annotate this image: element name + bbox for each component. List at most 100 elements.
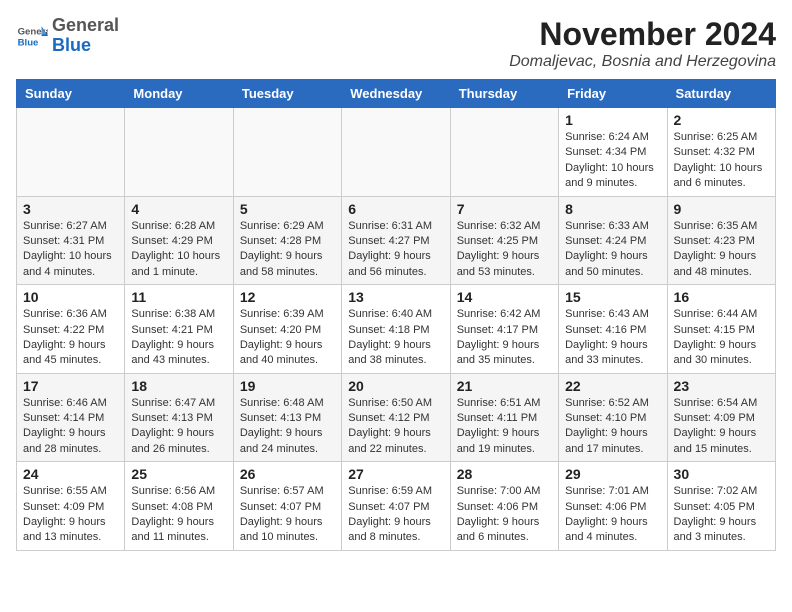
day-cell: 21 Sunrise: 6:51 AM Sunset: 4:11 PM Dayli… bbox=[450, 373, 558, 462]
day-cell bbox=[450, 108, 558, 197]
day-info: Sunrise: 6:33 AM Sunset: 4:24 PM Dayligh… bbox=[565, 219, 660, 281]
day-number: 14 bbox=[457, 289, 552, 305]
day-cell: 7 Sunrise: 6:32 AM Sunset: 4:25 PM Daylig… bbox=[450, 196, 558, 285]
day-number: 12 bbox=[240, 289, 335, 305]
day-cell: 30 Sunrise: 7:02 AM Sunset: 4:05 PM Dayli… bbox=[667, 462, 775, 551]
day-cell: 5 Sunrise: 6:29 AM Sunset: 4:28 PM Daylig… bbox=[233, 196, 341, 285]
day-cell: 24 Sunrise: 6:55 AM Sunset: 4:09 PM Dayli… bbox=[17, 462, 125, 551]
day-number: 5 bbox=[240, 201, 335, 217]
day-info: Sunrise: 6:36 AM Sunset: 4:22 PM Dayligh… bbox=[23, 307, 118, 369]
day-number: 4 bbox=[131, 201, 226, 217]
day-cell: 18 Sunrise: 6:47 AM Sunset: 4:13 PM Dayli… bbox=[125, 373, 233, 462]
day-cell: 23 Sunrise: 6:54 AM Sunset: 4:09 PM Dayli… bbox=[667, 373, 775, 462]
day-info: Sunrise: 6:38 AM Sunset: 4:21 PM Dayligh… bbox=[131, 307, 226, 369]
day-info: Sunrise: 6:32 AM Sunset: 4:25 PM Dayligh… bbox=[457, 219, 552, 281]
day-info: Sunrise: 6:57 AM Sunset: 4:07 PM Dayligh… bbox=[240, 484, 335, 546]
week-row-1: 1Sunrise: 6:24 AM Sunset: 4:34 PM Daylig… bbox=[17, 108, 776, 197]
day-number: 7 bbox=[457, 201, 552, 217]
day-cell: 19 Sunrise: 6:48 AM Sunset: 4:13 PM Dayli… bbox=[233, 373, 341, 462]
location: Domaljevac, Bosnia and Herzegovina bbox=[509, 53, 776, 71]
day-info: Sunrise: 6:27 AM Sunset: 4:31 PM Dayligh… bbox=[23, 219, 118, 281]
day-info: Sunrise: 7:02 AM Sunset: 4:05 PM Dayligh… bbox=[674, 484, 769, 546]
day-info: Sunrise: 6:39 AM Sunset: 4:20 PM Dayligh… bbox=[240, 307, 335, 369]
day-cell: 20Sunrise: 6:50 AM Sunset: 4:12 PM Dayli… bbox=[342, 373, 450, 462]
day-cell: 28Sunrise: 7:00 AM Sunset: 4:06 PM Dayli… bbox=[450, 462, 558, 551]
day-info: Sunrise: 7:01 AM Sunset: 4:06 PM Dayligh… bbox=[565, 484, 660, 546]
day-info: Sunrise: 6:35 AM Sunset: 4:23 PM Dayligh… bbox=[674, 219, 769, 281]
day-number: 8 bbox=[565, 201, 660, 217]
day-cell: 8 Sunrise: 6:33 AM Sunset: 4:24 PM Daylig… bbox=[559, 196, 667, 285]
day-info: Sunrise: 6:42 AM Sunset: 4:17 PM Dayligh… bbox=[457, 307, 552, 369]
header-row: SundayMondayTuesdayWednesdayThursdayFrid… bbox=[17, 80, 776, 108]
day-number: 29 bbox=[565, 466, 660, 482]
day-cell: 4 Sunrise: 6:28 AM Sunset: 4:29 PM Daylig… bbox=[125, 196, 233, 285]
day-number: 24 bbox=[23, 466, 118, 482]
day-cell: 12 Sunrise: 6:39 AM Sunset: 4:20 PM Dayli… bbox=[233, 285, 341, 374]
day-cell: 13 Sunrise: 6:40 AM Sunset: 4:18 PM Dayli… bbox=[342, 285, 450, 374]
day-info: Sunrise: 6:40 AM Sunset: 4:18 PM Dayligh… bbox=[348, 307, 443, 369]
title-area: November 2024 Domaljevac, Bosnia and Her… bbox=[509, 16, 776, 71]
col-header-saturday: Saturday bbox=[667, 80, 775, 108]
day-info: Sunrise: 6:25 AM Sunset: 4:32 PM Dayligh… bbox=[674, 130, 769, 192]
day-info: Sunrise: 6:50 AM Sunset: 4:12 PM Dayligh… bbox=[348, 396, 443, 458]
day-cell: 2Sunrise: 6:25 AM Sunset: 4:32 PM Daylig… bbox=[667, 108, 775, 197]
day-number: 1 bbox=[565, 112, 660, 128]
day-number: 19 bbox=[240, 378, 335, 394]
day-cell: 15 Sunrise: 6:43 AM Sunset: 4:16 PM Dayli… bbox=[559, 285, 667, 374]
day-info: Sunrise: 6:54 AM Sunset: 4:09 PM Dayligh… bbox=[674, 396, 769, 458]
day-cell: 29 Sunrise: 7:01 AM Sunset: 4:06 PM Dayli… bbox=[559, 462, 667, 551]
col-header-thursday: Thursday bbox=[450, 80, 558, 108]
col-header-sunday: Sunday bbox=[17, 80, 125, 108]
logo: General Blue General Blue bbox=[16, 16, 119, 56]
month-title: November 2024 bbox=[509, 16, 776, 53]
day-info: Sunrise: 6:43 AM Sunset: 4:16 PM Dayligh… bbox=[565, 307, 660, 369]
day-info: Sunrise: 6:52 AM Sunset: 4:10 PM Dayligh… bbox=[565, 396, 660, 458]
day-cell bbox=[125, 108, 233, 197]
day-number: 3 bbox=[23, 201, 118, 217]
day-info: Sunrise: 6:59 AM Sunset: 4:07 PM Dayligh… bbox=[348, 484, 443, 546]
logo-blue-text: Blue bbox=[52, 35, 91, 55]
day-cell: 10Sunrise: 6:36 AM Sunset: 4:22 PM Dayli… bbox=[17, 285, 125, 374]
day-cell: 3 Sunrise: 6:27 AM Sunset: 4:31 PM Daylig… bbox=[17, 196, 125, 285]
day-info: Sunrise: 6:51 AM Sunset: 4:11 PM Dayligh… bbox=[457, 396, 552, 458]
svg-text:Blue: Blue bbox=[18, 37, 39, 48]
day-number: 23 bbox=[674, 378, 769, 394]
col-header-tuesday: Tuesday bbox=[233, 80, 341, 108]
day-number: 6 bbox=[348, 201, 443, 217]
day-number: 9 bbox=[674, 201, 769, 217]
day-info: Sunrise: 6:56 AM Sunset: 4:08 PM Dayligh… bbox=[131, 484, 226, 546]
col-header-monday: Monday bbox=[125, 80, 233, 108]
day-number: 16 bbox=[674, 289, 769, 305]
day-cell bbox=[17, 108, 125, 197]
day-number: 15 bbox=[565, 289, 660, 305]
day-cell: 26Sunrise: 6:57 AM Sunset: 4:07 PM Dayli… bbox=[233, 462, 341, 551]
day-number: 30 bbox=[674, 466, 769, 482]
calendar-table: SundayMondayTuesdayWednesdayThursdayFrid… bbox=[16, 79, 776, 551]
day-number: 18 bbox=[131, 378, 226, 394]
header: General Blue General Blue November 2024 … bbox=[16, 16, 776, 71]
day-info: Sunrise: 6:28 AM Sunset: 4:29 PM Dayligh… bbox=[131, 219, 226, 281]
day-cell: 14 Sunrise: 6:42 AM Sunset: 4:17 PM Dayli… bbox=[450, 285, 558, 374]
week-row-2: 3 Sunrise: 6:27 AM Sunset: 4:31 PM Daylig… bbox=[17, 196, 776, 285]
col-header-wednesday: Wednesday bbox=[342, 80, 450, 108]
day-info: Sunrise: 6:55 AM Sunset: 4:09 PM Dayligh… bbox=[23, 484, 118, 546]
day-cell: 22Sunrise: 6:52 AM Sunset: 4:10 PM Dayli… bbox=[559, 373, 667, 462]
day-number: 11 bbox=[131, 289, 226, 305]
week-row-5: 24 Sunrise: 6:55 AM Sunset: 4:09 PM Dayli… bbox=[17, 462, 776, 551]
day-cell bbox=[342, 108, 450, 197]
day-info: Sunrise: 6:46 AM Sunset: 4:14 PM Dayligh… bbox=[23, 396, 118, 458]
week-row-4: 17 Sunrise: 6:46 AM Sunset: 4:14 PM Dayli… bbox=[17, 373, 776, 462]
day-number: 17 bbox=[23, 378, 118, 394]
day-info: Sunrise: 6:47 AM Sunset: 4:13 PM Dayligh… bbox=[131, 396, 226, 458]
day-cell: 11 Sunrise: 6:38 AM Sunset: 4:21 PM Dayli… bbox=[125, 285, 233, 374]
day-number: 21 bbox=[457, 378, 552, 394]
day-info: Sunrise: 6:29 AM Sunset: 4:28 PM Dayligh… bbox=[240, 219, 335, 281]
logo-icon: General Blue bbox=[16, 20, 48, 52]
day-info: Sunrise: 6:44 AM Sunset: 4:15 PM Dayligh… bbox=[674, 307, 769, 369]
col-header-friday: Friday bbox=[559, 80, 667, 108]
day-cell bbox=[233, 108, 341, 197]
day-number: 27 bbox=[348, 466, 443, 482]
day-number: 13 bbox=[348, 289, 443, 305]
day-info: Sunrise: 6:48 AM Sunset: 4:13 PM Dayligh… bbox=[240, 396, 335, 458]
logo-general-text: General bbox=[52, 15, 119, 35]
